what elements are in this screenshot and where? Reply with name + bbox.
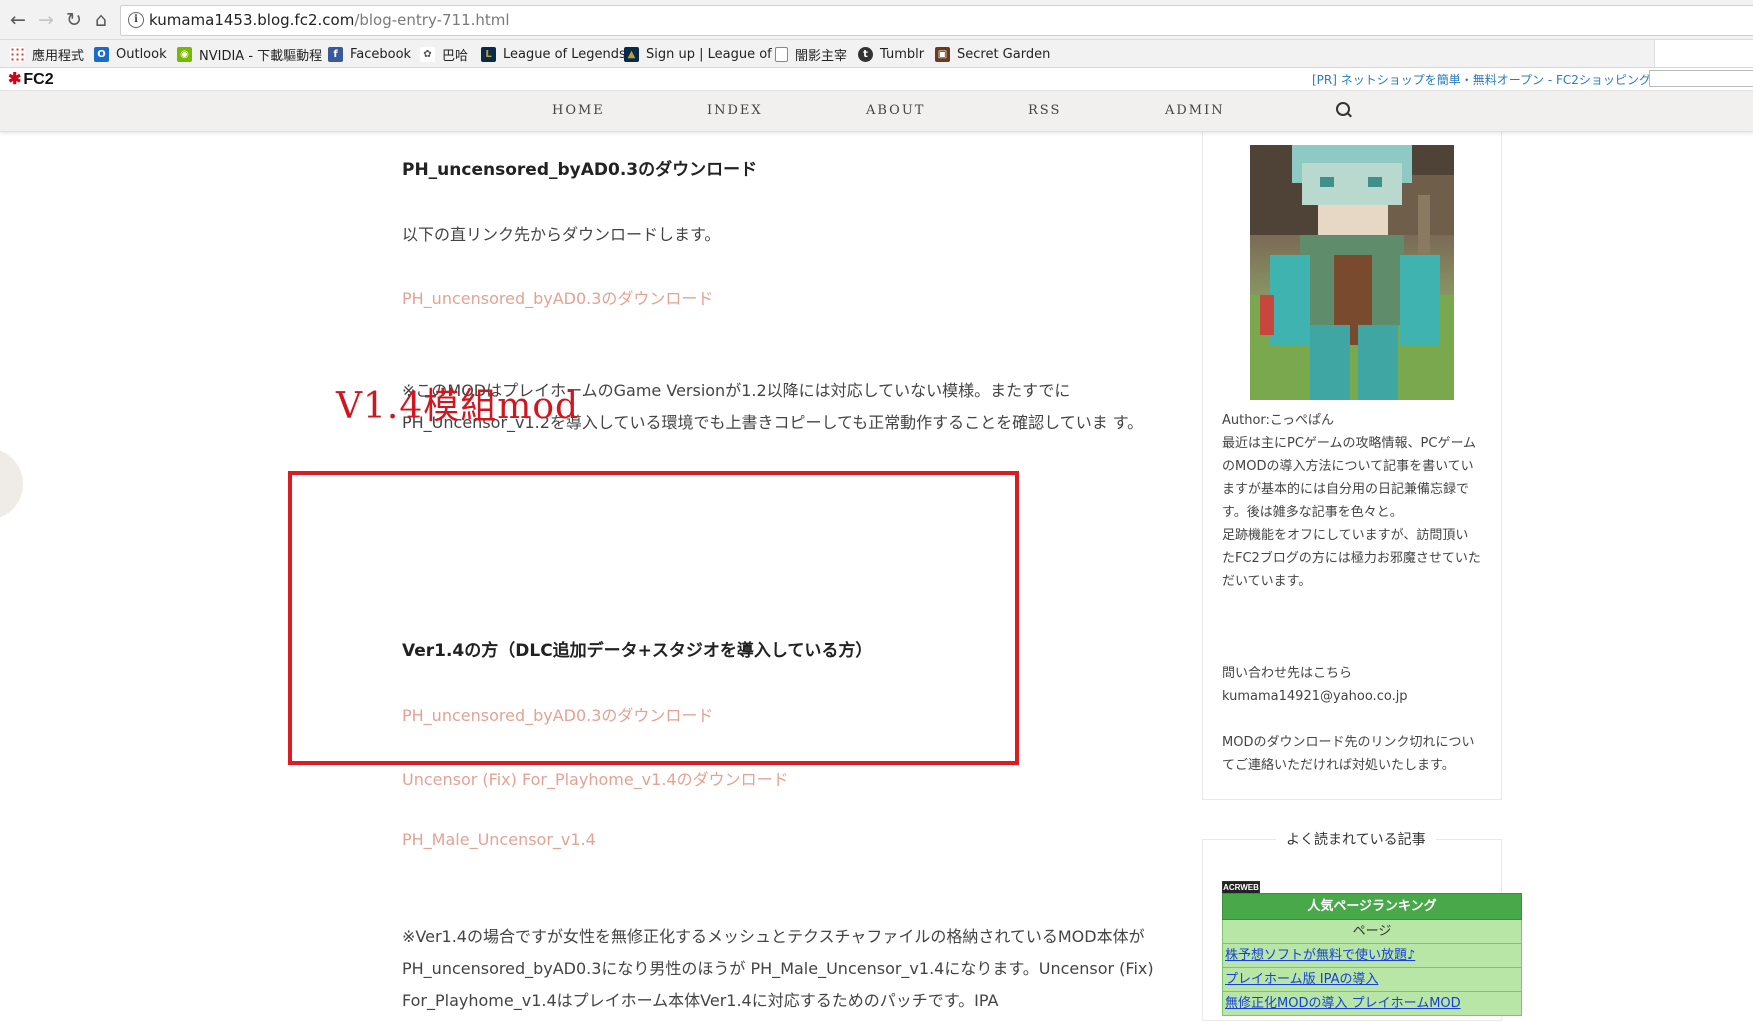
bookmark-label: Outlook	[116, 46, 167, 62]
bookmark-facebook[interactable]: f Facebook	[328, 44, 411, 64]
fc2-logo-text: FC2	[23, 71, 54, 88]
ranking-table: 人気ページランキング ページ 株予想ソフトが無料で使い放題♪ プレイホーム版 I…	[1222, 893, 1522, 1016]
bookmark-label: 闇影主宰	[795, 48, 848, 64]
author-avatar	[1250, 145, 1454, 400]
bookmark-nvidia[interactable]: ◉ NVIDIA - 下載驅動程	[177, 44, 322, 64]
fc2-header-bar: ✱ FC2 [PR] ネットショップを簡単・無料オープン - FC2ショッピングカ…	[0, 68, 1753, 91]
bookmark-tumblr[interactable]: t Tumblr	[858, 44, 924, 64]
bookmark-league[interactable]: L League of Legends	[481, 44, 626, 64]
bookmark-label: Facebook	[350, 46, 412, 62]
ranking-column-header: ページ	[1222, 920, 1522, 944]
ranking-row[interactable]: 株予想ソフトが無料で使い放題♪	[1222, 944, 1522, 968]
reload-icon[interactable]: ↻	[62, 8, 86, 32]
bookmarks-overflow	[1654, 40, 1753, 67]
apps-grid-icon	[10, 46, 25, 62]
article-intro: 以下の直リンク先からダウンロードします。	[402, 225, 721, 244]
nav-home[interactable]: HOME	[552, 103, 605, 118]
bookmark-label: 應用程式	[32, 48, 85, 64]
author-name: Author:こっぺぱん	[1222, 413, 1335, 428]
contact-block: 問い合わせ先はこちら kumama14921@yahoo.co.jp	[1222, 662, 1484, 708]
ranking-title: 人気ページランキング	[1222, 893, 1522, 920]
bookmark-label: Secret Garden	[957, 46, 1051, 62]
author-bio-line: す。後は雑多な記事を色々と。	[1222, 505, 1403, 520]
nav-admin[interactable]: ADMIN	[1165, 103, 1225, 118]
bookmark-label: Sign up | League of	[646, 46, 772, 62]
author-bio-line: 最近は主にPCゲームの攻略情報、PCゲーム	[1222, 436, 1477, 451]
popular-articles-title: よく読まれている記事	[1276, 829, 1436, 849]
fc2-search-input[interactable]	[1649, 70, 1753, 87]
bookmark-apps[interactable]: 應用程式	[10, 44, 84, 64]
author-bio-line: だいています。	[1222, 574, 1312, 589]
site-nav: HOME INDEX ABOUT RSS ADMIN	[0, 91, 1753, 132]
lol-icon: L	[481, 46, 496, 62]
tumblr-icon: t	[858, 46, 873, 62]
bahamut-icon: ✿	[420, 46, 435, 62]
back-arrow-icon[interactable]: ←	[6, 8, 30, 32]
secret-garden-icon: ▣	[935, 46, 950, 62]
download-link-uncensor-fix[interactable]: Uncensor (Fix) For_Playhome_v1.4のダウンロード	[402, 766, 789, 790]
url-host: kumama1453.blog.fc2.com	[149, 11, 355, 29]
bookmark-outlook[interactable]: O Outlook	[94, 44, 167, 64]
download-link-ad03-v14[interactable]: PH_uncensored_byAD0.3のダウンロード	[402, 702, 713, 726]
notice-block: MODのダウンロード先のリンク切れについ てご連絡いただければ対処いたします。	[1222, 731, 1484, 777]
bookmark-page[interactable]: 闇影主宰	[775, 44, 847, 64]
download-link-male-uncensor[interactable]: PH_Male_Uncensor_v1.4	[402, 830, 596, 849]
home-icon[interactable]: ⌂	[89, 8, 113, 32]
fc2-logo[interactable]: ✱ FC2	[8, 69, 54, 89]
info-icon[interactable]: i	[128, 12, 144, 28]
author-bio-line: たFC2ブログの方には極力お邪魔させていた	[1222, 551, 1481, 566]
address-bar[interactable]: i kumama1453.blog.fc2.com/blog-entry-711…	[120, 5, 1753, 36]
article-heading: PH_uncensored_byAD0.3のダウンロード	[402, 160, 758, 180]
facebook-icon: f	[328, 46, 343, 62]
author-bio-line: 足跡機能をオフにしていますが、訪問頂い	[1222, 528, 1469, 543]
nvidia-icon: ◉	[177, 46, 192, 62]
bookmark-league-signup[interactable]: ▲ Sign up | League of	[624, 44, 772, 64]
author-bio-line: ますが基本的には自分用の日記兼備忘録で	[1222, 482, 1470, 497]
article-note-v14: ※Ver1.4の場合ですが女性を無修正化するメッシュとテクスチャファイルの格納さ…	[402, 927, 1154, 1010]
author-bio-line: のMODの導入方法について記事を書いてい	[1222, 459, 1474, 474]
bookmark-label: NVIDIA - 下載驅動程	[199, 48, 323, 64]
bookmark-secret-garden[interactable]: ▣ Secret Garden	[935, 44, 1050, 64]
notice-line: てご連絡いただければ対処いたします。	[1222, 758, 1455, 773]
nav-index[interactable]: INDEX	[707, 103, 763, 118]
avatar-image	[1250, 145, 1454, 400]
search-icon[interactable]	[1336, 102, 1350, 116]
author-bio: Author:こっぺぱん 最近は主にPCゲームの攻略情報、PCゲーム のMODの…	[1222, 409, 1484, 593]
bookmark-label: League of Legends	[503, 46, 626, 62]
annotation-title: V1.4模組mod	[336, 386, 580, 427]
lol-signup-icon: ▲	[624, 46, 639, 62]
forward-arrow-icon[interactable]: →	[34, 8, 58, 32]
browser-toolbar: ← → ↻ ⌂ i kumama1453.blog.fc2.com/blog-e…	[0, 0, 1753, 40]
ranking-row[interactable]: プレイホーム版 IPAの導入	[1222, 968, 1522, 992]
outlook-icon: O	[94, 46, 109, 62]
fc2-mark-icon: ✱	[8, 71, 22, 88]
side-tab[interactable]	[0, 448, 23, 520]
download-link-ad03[interactable]: PH_uncensored_byAD0.3のダウンロード	[402, 285, 713, 309]
contact-label: 問い合わせ先はこちら	[1222, 666, 1353, 681]
url-path: /blog-entry-711.html	[354, 11, 510, 29]
url-text[interactable]: kumama1453.blog.fc2.com/blog-entry-711.h…	[149, 11, 510, 29]
ranking-row[interactable]: 無修正化MODの導入 プレイホームMOD	[1222, 992, 1522, 1016]
nav-about[interactable]: ABOUT	[866, 103, 925, 118]
nav-rss[interactable]: RSS	[1028, 103, 1061, 118]
bookmarks-bar: 應用程式 O Outlook ◉ NVIDIA - 下載驅動程 f Facebo…	[0, 40, 1753, 68]
bookmark-bahamut[interactable]: ✿ 巴哈	[420, 44, 468, 64]
bookmark-label: Tumblr	[880, 46, 925, 62]
page-icon	[775, 46, 788, 62]
contact-email[interactable]: kumama14921@yahoo.co.jp	[1222, 685, 1484, 708]
notice-line: MODのダウンロード先のリンク切れについ	[1222, 735, 1475, 750]
version-heading: Ver1.4の方（DLC追加データ+スタジオを導入している方）	[402, 641, 873, 661]
fc2-ad-link[interactable]: [PR] ネットショップを簡単・無料オープン - FC2ショッピングカート	[1312, 71, 1687, 88]
bookmark-label: 巴哈	[442, 48, 469, 64]
